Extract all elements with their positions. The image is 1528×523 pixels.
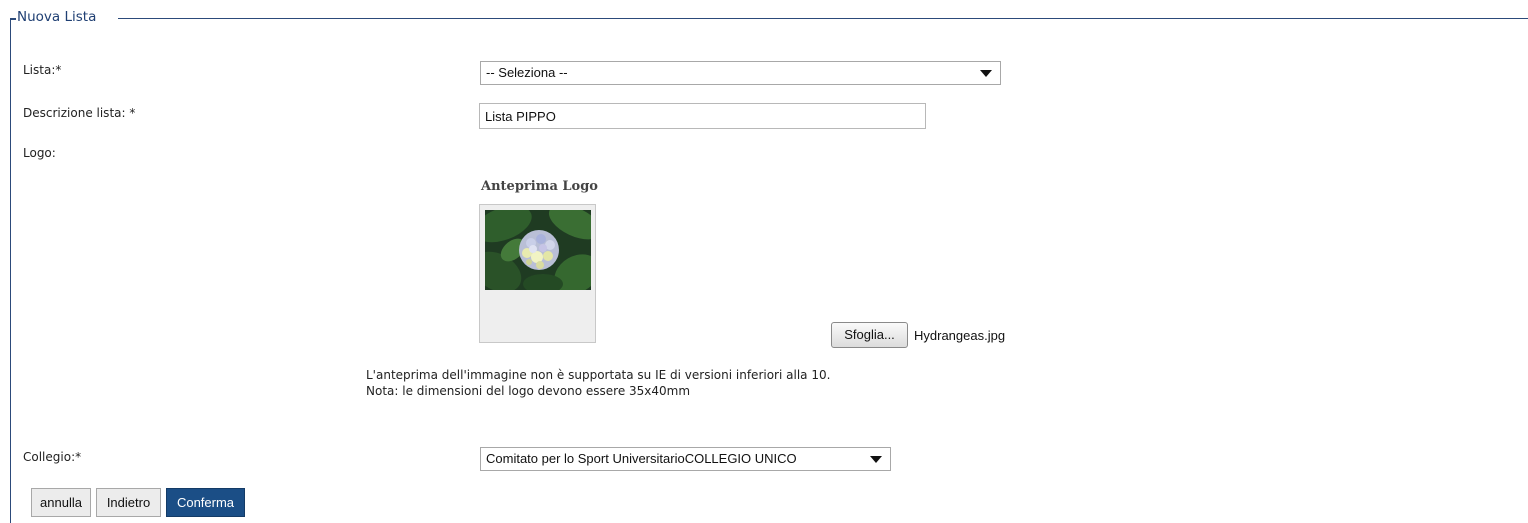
chevron-down-icon <box>870 456 882 463</box>
logo-preview-box <box>479 204 596 343</box>
collegio-select[interactable]: Comitato per lo Sport UniversitarioCOLLE… <box>480 447 891 471</box>
selected-file-name: Hydrangeas.jpg <box>914 328 1006 343</box>
logo-preview-image <box>485 210 591 290</box>
descrizione-input[interactable]: Lista PIPPO <box>479 103 926 129</box>
chevron-down-icon <box>980 70 992 77</box>
indietro-button[interactable]: Indietro <box>96 488 161 517</box>
fieldset-legend: Nuova Lista <box>17 9 97 25</box>
descrizione-label: Descrizione lista: * <box>23 106 136 120</box>
preview-note: L'anteprima dell'immagine non è supporta… <box>366 368 831 382</box>
logo-preview-title: Anteprima Logo <box>481 179 598 194</box>
lista-select[interactable]: -- Seleziona -- <box>480 61 1001 85</box>
conferma-button[interactable]: Conferma <box>166 488 245 517</box>
browse-button[interactable]: Sfoglia... <box>831 322 908 348</box>
fieldset-border-left <box>10 18 11 523</box>
logo-size-note: Nota: le dimensioni del logo devono esse… <box>366 384 691 398</box>
lista-label: Lista:* <box>23 63 62 77</box>
descrizione-input-value: Lista PIPPO <box>485 109 556 124</box>
fieldset-border-top <box>118 18 1528 19</box>
collegio-label: Collegio:* <box>23 450 82 464</box>
collegio-select-value: Comitato per lo Sport UniversitarioCOLLE… <box>486 451 797 466</box>
lista-select-value: -- Seleziona -- <box>486 65 568 80</box>
logo-label: Logo: <box>23 146 56 160</box>
annulla-button[interactable]: annulla <box>31 488 91 517</box>
